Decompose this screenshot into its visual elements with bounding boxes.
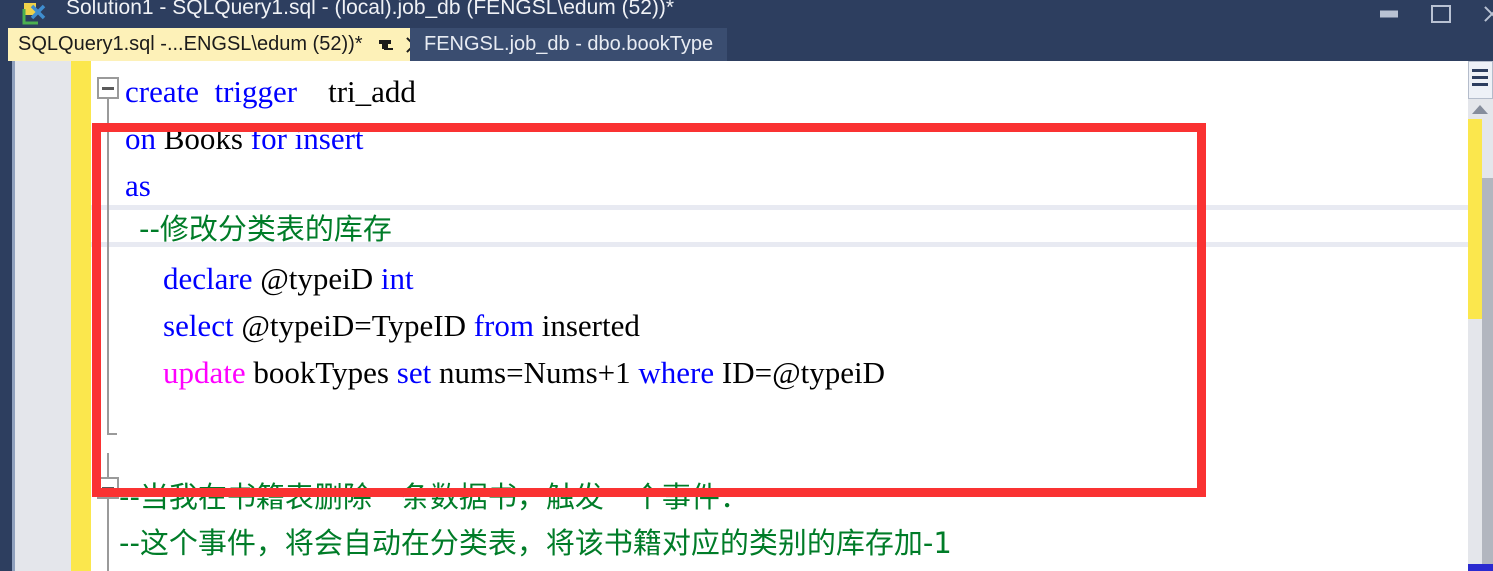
sql-editor[interactable]: create trigger tri_add on Books for inse… <box>0 61 1493 571</box>
scroll-up-arrow-icon[interactable] <box>1472 105 1488 114</box>
collapse-region-top[interactable] <box>97 77 119 99</box>
code-token: on <box>125 121 156 156</box>
code-line-comment-delete-event[interactable]: --当我在书籍表删除一条数据书，触发一个事件： <box>119 481 749 513</box>
editor-text-area[interactable]: create trigger tri_add on Books for inse… <box>91 61 1473 571</box>
code-token: insert <box>294 121 364 156</box>
code-token: --修改分类表的库存 <box>139 212 392 246</box>
code-token: trigger <box>214 74 298 109</box>
code-token: inserted <box>534 308 640 343</box>
tab-strip: SQLQuery1.sql -...ENGSL\edum (52))* FENG… <box>0 28 1493 61</box>
change-bar <box>71 61 91 571</box>
code-token: @typeiD <box>252 261 381 296</box>
code-token: declare <box>163 261 253 296</box>
outline-foot-top <box>107 433 117 435</box>
code-line-update[interactable]: update bookTypes set nums=Nums+1 where I… <box>163 357 885 388</box>
visual-studio-logo-icon <box>22 2 48 26</box>
close-window-button[interactable] <box>1470 0 1493 28</box>
code-line-on-books-for-insert[interactable]: on Books for insert <box>125 123 364 154</box>
collapse-region-bottom[interactable] <box>97 477 119 499</box>
code-line-create-trigger[interactable]: create trigger tri_add <box>125 76 416 107</box>
scrollbar-options-bar <box>1472 83 1488 86</box>
collapse-minus-icon <box>102 487 114 490</box>
tab-bookType[interactable]: FENGSL.job_db - dbo.bookType <box>410 28 728 61</box>
code-token: bookTypes <box>245 355 397 390</box>
outline-vertical-line-bottom <box>107 499 109 571</box>
code-token: create <box>125 74 199 109</box>
scrollbar-thumb[interactable] <box>1482 178 1493 571</box>
maximize-icon <box>1431 5 1451 23</box>
code-line-as[interactable]: as <box>125 170 151 201</box>
code-line-select[interactable]: select @typeiD=TypeID from inserted <box>163 310 640 341</box>
code-token: where <box>638 355 715 390</box>
code-token: nums=Nums+1 <box>431 355 639 390</box>
code-line-comment-modify-stock[interactable]: --修改分类表的库存 <box>139 213 392 245</box>
maximize-button[interactable] <box>1419 0 1463 28</box>
code-token: @typeiD=TypeID <box>233 308 474 343</box>
code-token: set <box>396 355 432 390</box>
window-title: Solution1 - SQLQuery1.sql - (local).job_… <box>66 0 675 19</box>
outline-vertical-line-bottom-top <box>107 453 109 477</box>
code-token: tri_add <box>328 74 416 109</box>
scrollbar-bottom-marker <box>1468 564 1493 571</box>
minimize-icon <box>1380 10 1398 18</box>
code-line-comment-auto-decrement[interactable]: --这个事件，将会自动在分类表，将该书籍对应的类别的库存加-1 <box>119 527 952 559</box>
code-token: --当我在书籍表删除一条数据书，触发一个事件： <box>119 480 749 514</box>
outline-vertical-line-top <box>107 99 109 433</box>
code-token: Books <box>156 121 251 156</box>
scrollbar-change-indicator <box>1468 119 1482 319</box>
pin-icon[interactable] <box>375 34 397 56</box>
code-token: int <box>380 261 414 296</box>
title-bar: Solution1 - SQLQuery1.sql - (local).job_… <box>0 0 1493 28</box>
indicator-margin[interactable] <box>15 61 71 571</box>
code-line-declare[interactable]: declare @typeiD int <box>163 263 414 294</box>
scrollbar-options-icon[interactable] <box>1468 61 1493 99</box>
tab-sqlquery1-label: SQLQuery1.sql -...ENGSL\edum (52))* <box>18 33 363 55</box>
code-token: select <box>163 308 234 343</box>
code-token: ID=@typeiD <box>714 355 886 390</box>
editor-left-edge <box>0 61 12 571</box>
code-token: --这个事件，将会自动在分类表，将该书籍对应的类别的库存加-1 <box>119 526 952 560</box>
code-token: for <box>250 121 287 156</box>
tab-sqlquery1[interactable]: SQLQuery1.sql -...ENGSL\edum (52))* <box>8 28 434 61</box>
close-icon <box>1482 4 1493 24</box>
tab-bookType-label: FENGSL.job_db - dbo.bookType <box>424 33 714 55</box>
code-token: from <box>473 308 534 343</box>
scrollbar-options-bar <box>1472 76 1488 79</box>
code-token: as <box>125 168 151 203</box>
code-token: update <box>163 355 246 390</box>
scrollbar-options-bar <box>1472 69 1488 72</box>
collapse-minus-icon <box>102 87 114 90</box>
minimize-button[interactable] <box>1367 0 1411 28</box>
